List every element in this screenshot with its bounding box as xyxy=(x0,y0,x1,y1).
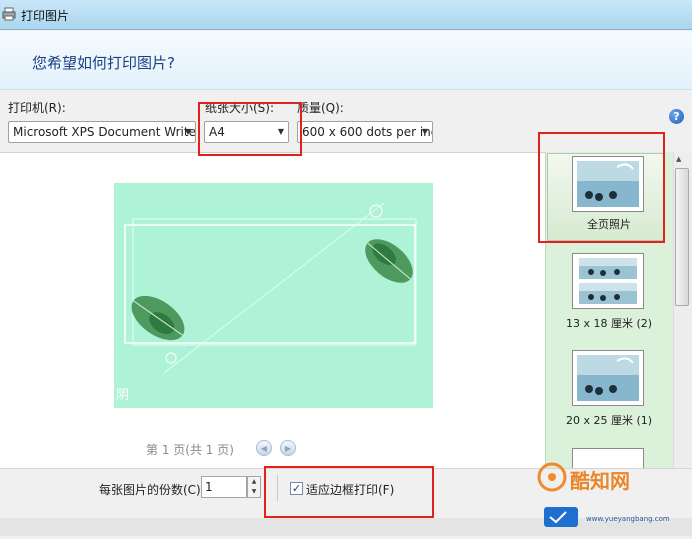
highlight-full-page xyxy=(538,132,665,243)
scroll-thumb[interactable] xyxy=(675,168,689,306)
highlight-paper-size xyxy=(198,102,302,156)
copies-stepper[interactable]: ▲ ▼ xyxy=(247,476,261,498)
title-bar[interactable] xyxy=(0,0,692,30)
copies-input[interactable]: 1 xyxy=(201,476,247,498)
layout-thumbnail-13x18[interactable] xyxy=(572,253,644,309)
chevron-down-icon: ▼ xyxy=(421,127,428,136)
leaf-icon xyxy=(131,295,185,341)
printer-label: 打印机(R): xyxy=(8,101,66,115)
chevron-down-icon: ▼ xyxy=(184,127,191,136)
layout-label: 20 x 25 厘米 (1) xyxy=(565,414,653,427)
watermark-site: www.yueyangbang.com xyxy=(586,515,670,523)
watermark-brand: 酷知网 xyxy=(570,469,630,493)
quality-value: 600 x 600 dots per inch xyxy=(302,125,433,139)
prev-page-button[interactable]: ◀ xyxy=(256,440,272,456)
watermark: 酷知网 www.yueyangbang.com xyxy=(530,455,692,536)
page-indicator: 第 1 页(共 1 页) xyxy=(146,443,234,457)
layout-thumbnail-20x25[interactable] xyxy=(572,350,644,406)
photo-preview: 阴 xyxy=(114,183,433,408)
printer-select[interactable]: Microsoft XPS Document Writer ▼ xyxy=(8,121,196,143)
copies-label: 每张图片的份数(C): xyxy=(99,483,205,497)
leaf-icon xyxy=(365,239,413,283)
photo-mark: 阴 xyxy=(116,388,130,403)
printer-select-value: Microsoft XPS Document Writer xyxy=(13,125,196,139)
help-icon[interactable]: ? xyxy=(669,109,684,124)
quality-select[interactable]: 600 x 600 dots per inch ▼ xyxy=(297,121,433,143)
window-title: 打印图片 xyxy=(21,9,70,23)
scroll-up-icon[interactable]: ▲ xyxy=(676,155,681,163)
layout-label: 13 x 18 厘米 (2) xyxy=(565,317,653,330)
page-title: 您希望如何打印图片? xyxy=(32,54,175,72)
next-page-button[interactable]: ▶ xyxy=(280,440,296,456)
printer-icon xyxy=(2,7,16,21)
highlight-fit-frame xyxy=(264,466,434,518)
quality-label: 质量(Q): xyxy=(297,101,344,115)
